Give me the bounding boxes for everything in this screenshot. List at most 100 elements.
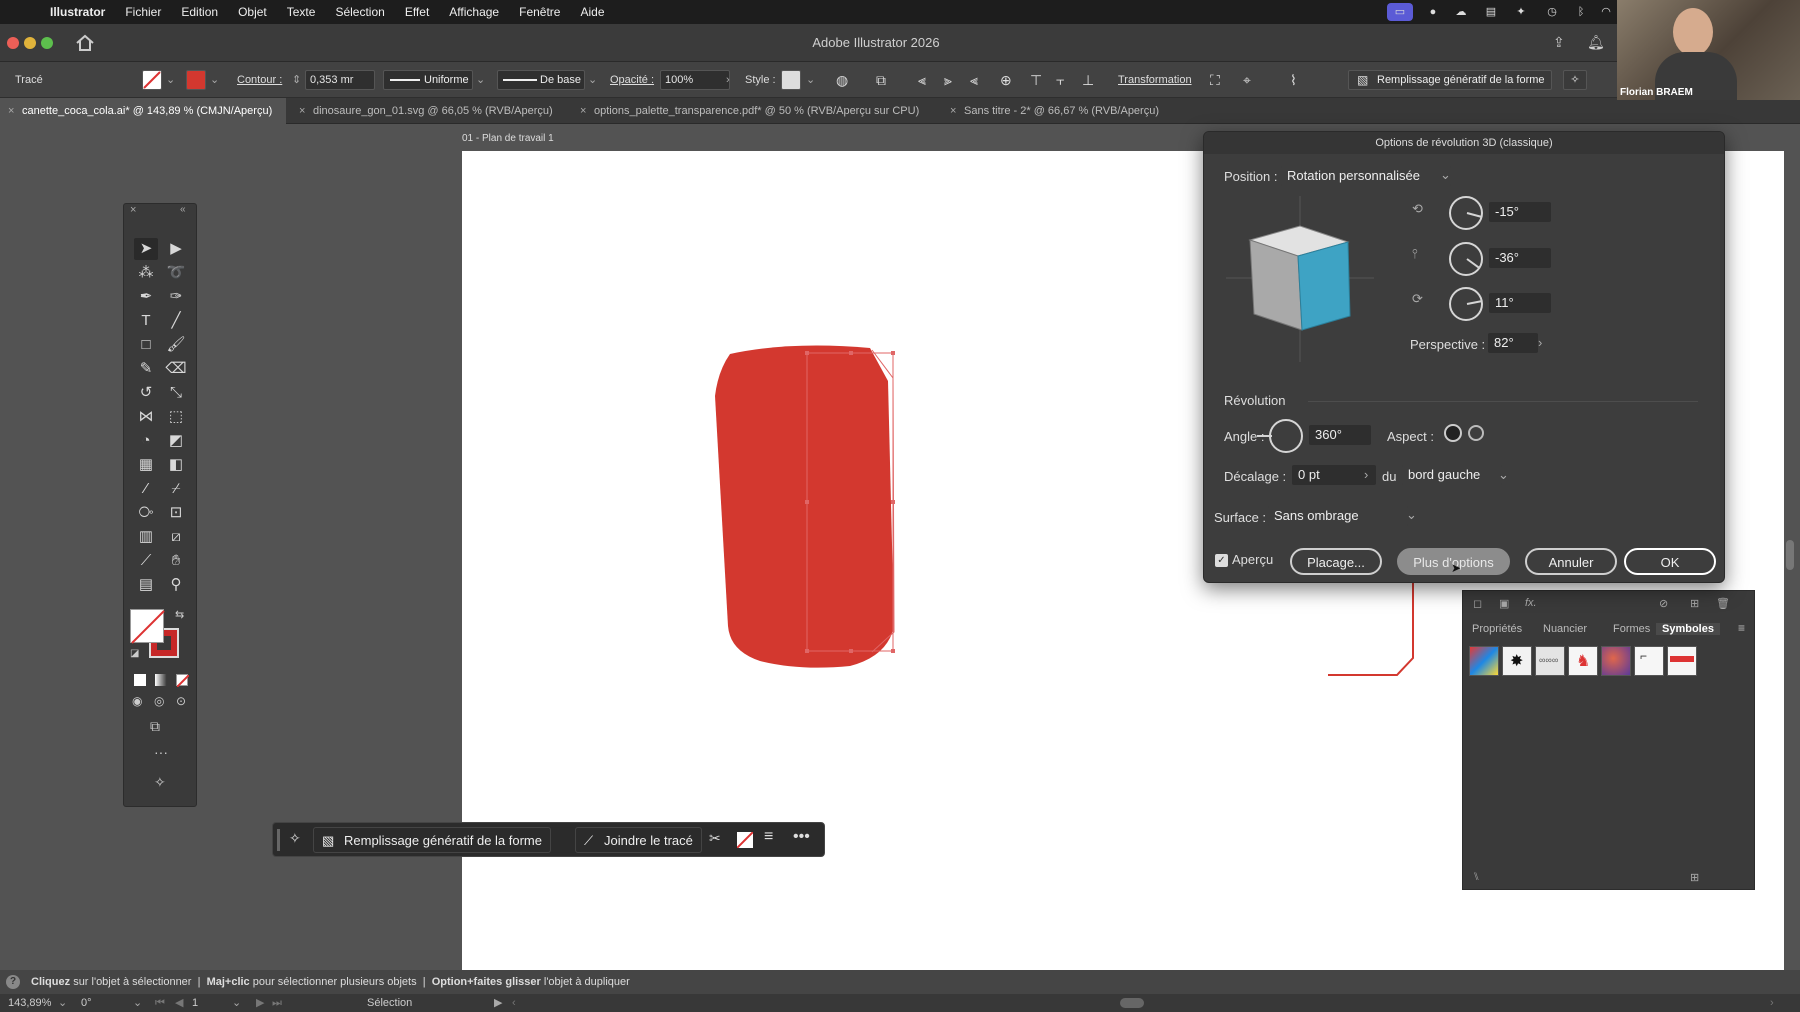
free-transform-tool-icon[interactable]: ⬚ bbox=[164, 406, 188, 428]
anchor-point[interactable] bbox=[849, 649, 853, 653]
panel-menu-icon[interactable]: ≡ bbox=[1738, 621, 1745, 635]
more-tools-icon[interactable]: ··· bbox=[154, 744, 168, 760]
stroke-stepper-icon[interactable]: ⇕ bbox=[292, 71, 301, 89]
align-left-icon[interactable]: ⫷ bbox=[918, 71, 926, 89]
wifi-icon[interactable]: ◠ bbox=[1597, 3, 1615, 21]
rotate-x-dial[interactable] bbox=[1449, 196, 1483, 230]
scroll-left-icon[interactable]: ‹ bbox=[512, 994, 516, 1012]
anchor-point[interactable] bbox=[849, 351, 853, 355]
stroke-dropdown-icon[interactable]: ⌄ bbox=[210, 71, 219, 89]
pen-tool-icon[interactable]: ✒ bbox=[134, 286, 158, 308]
tab-canette[interactable]: × canette_coca_cola.ai* @ 143,89 % (CMJN/… bbox=[0, 98, 286, 124]
fill-dropdown-icon[interactable]: ⌄ bbox=[166, 71, 175, 89]
aspect-hollow-icon[interactable] bbox=[1468, 425, 1484, 441]
scale-tool-icon[interactable]: ⤡ bbox=[164, 382, 188, 404]
anchor-point[interactable] bbox=[891, 351, 895, 355]
style-swatch[interactable] bbox=[781, 70, 801, 90]
generative-tool-icon[interactable]: ✧ bbox=[154, 774, 166, 791]
scissors-icon[interactable]: ✂ bbox=[709, 830, 721, 847]
perspective-grid-tool-icon[interactable]: ◩ bbox=[164, 430, 188, 452]
zoom-dropdown-icon[interactable]: ⌄ bbox=[58, 994, 67, 1012]
none-mode-icon[interactable] bbox=[176, 674, 189, 687]
angle-dial[interactable] bbox=[1257, 419, 1303, 453]
stroke-weight-input[interactable]: 0,353 mr bbox=[305, 70, 375, 90]
anchor-point[interactable] bbox=[891, 649, 895, 653]
bluetooth-icon[interactable]: ᛒ bbox=[1572, 3, 1590, 21]
default-colors-icon[interactable]: ◪ bbox=[130, 648, 139, 659]
gradient-mode-icon[interactable] bbox=[155, 674, 167, 686]
lasso-tool-icon[interactable]: ➰ bbox=[164, 262, 188, 284]
slice-tool-icon[interactable]: ⟋ bbox=[134, 550, 158, 572]
measure-tool-icon[interactable]: ⌿ bbox=[164, 478, 188, 500]
shape-builder-tool-icon[interactable]: ◔ bbox=[134, 430, 158, 452]
rotation-dropdown-icon[interactable]: ⌄ bbox=[133, 994, 142, 1012]
symbol-cube[interactable] bbox=[1469, 646, 1499, 676]
tab-symboles[interactable]: Symboles bbox=[1656, 623, 1720, 635]
rotate-x-input[interactable]: -15° bbox=[1489, 202, 1551, 222]
hand-tool-icon[interactable]: ✋︎ bbox=[164, 550, 188, 572]
menu-objet[interactable]: Objet bbox=[228, 5, 277, 19]
eyedropper-tool-icon[interactable]: ⁄ bbox=[134, 478, 158, 500]
close-panel-icon[interactable]: × bbox=[130, 204, 136, 216]
symbol-chain[interactable]: ∞∞∞ bbox=[1535, 646, 1565, 676]
magic-wand-tool-icon[interactable]: ⁂ bbox=[134, 262, 158, 284]
collapse-panel-icon[interactable]: « bbox=[180, 204, 186, 215]
surface-select[interactable]: Sans ombrage bbox=[1268, 506, 1408, 526]
graph-tool-icon[interactable]: ▥ bbox=[134, 526, 158, 548]
envelope-icon[interactable]: ⌇ bbox=[1290, 71, 1297, 89]
artboard-tool-icon[interactable]: ⧄ bbox=[164, 526, 188, 548]
rotation-value[interactable]: 0° bbox=[81, 994, 92, 1012]
align-right-icon[interactable]: ⫷ bbox=[970, 71, 978, 89]
opacity-input[interactable]: 100% bbox=[660, 70, 730, 90]
join-path-button[interactable]: ⟋ Joindre le tracé bbox=[575, 827, 702, 853]
opacity-label[interactable]: Opacité : bbox=[610, 71, 654, 89]
fill-none-swatch[interactable] bbox=[737, 832, 753, 848]
isolate-icon[interactable]: ⛶ bbox=[1210, 71, 1220, 89]
symbol-sphere[interactable] bbox=[1601, 646, 1631, 676]
perspective-arrow-icon[interactable]: › bbox=[1538, 335, 1542, 350]
help-icon[interactable]: ? bbox=[6, 975, 20, 989]
rotate-y-dial[interactable] bbox=[1449, 242, 1483, 276]
symbol-library-icon[interactable]: ⑊ bbox=[1473, 871, 1480, 883]
surface-dropdown-icon[interactable]: ⌄ bbox=[1406, 507, 1417, 523]
last-artboard-icon[interactable]: ⏭ bbox=[272, 994, 282, 1012]
symbol-sprayer-tool-icon[interactable]: ⊡ bbox=[164, 502, 188, 524]
gradient-tool-icon[interactable]: ◧ bbox=[164, 454, 188, 476]
transform-link[interactable]: Transformation bbox=[1118, 71, 1192, 89]
menu-edition[interactable]: Edition bbox=[171, 5, 228, 19]
vertical-scrollbar[interactable] bbox=[1786, 540, 1794, 570]
rotate-z-dial[interactable] bbox=[1449, 287, 1483, 321]
shaper-tool-icon[interactable]: ✎ bbox=[134, 358, 158, 380]
artboard-dropdown-icon[interactable]: ⌄ bbox=[232, 994, 241, 1012]
ok-button[interactable]: OK bbox=[1624, 548, 1716, 575]
red-path[interactable] bbox=[1325, 580, 1417, 680]
blend-tool-icon[interactable]: ⧂ bbox=[134, 502, 158, 524]
zoom-tool-icon[interactable]: ⚲ bbox=[164, 574, 188, 596]
eraser-tool-icon[interactable]: ⌫ bbox=[164, 358, 188, 380]
preview-checkbox[interactable]: ✓ bbox=[1215, 554, 1228, 567]
align-to-icon[interactable]: ⧉ bbox=[876, 71, 886, 89]
paintbrush-tool-icon[interactable]: 🖌︎ bbox=[164, 334, 188, 356]
align-top-icon[interactable]: ⊤ bbox=[1030, 71, 1042, 89]
tab-sans-titre[interactable]: × Sans titre - 2* @ 66,67 % (RVB/Aperçu) bbox=[942, 98, 1182, 124]
horizontal-scrollbar[interactable] bbox=[1120, 998, 1144, 1008]
opacity-arrow-icon[interactable]: › bbox=[726, 71, 730, 89]
message-icon[interactable]: ● bbox=[1424, 3, 1442, 21]
close-tab-icon[interactable]: × bbox=[8, 98, 14, 124]
fill-swatch[interactable] bbox=[142, 70, 162, 90]
anchor-point[interactable] bbox=[805, 351, 809, 355]
symbol-banner[interactable] bbox=[1667, 646, 1697, 676]
prev-artboard-icon[interactable]: ◀ bbox=[175, 994, 183, 1012]
fill-color-swatch[interactable] bbox=[130, 609, 165, 644]
draw-behind-icon[interactable]: ◎ bbox=[154, 694, 164, 708]
tab-dinosaure[interactable]: × dinosaure_gon_01.svg @ 66,05 % (RVB/Ape… bbox=[291, 98, 573, 124]
anchor-point[interactable] bbox=[891, 500, 895, 504]
rotate-y-input[interactable]: -36° bbox=[1489, 248, 1551, 268]
color-mode-icon[interactable] bbox=[134, 674, 146, 686]
drag-handle[interactable] bbox=[277, 829, 280, 851]
edge-select[interactable]: bord gauche bbox=[1402, 465, 1502, 485]
can-shape[interactable] bbox=[700, 336, 910, 676]
share-icon[interactable]: ⇪ bbox=[1553, 34, 1565, 51]
status-arrow-icon[interactable]: ▶ bbox=[494, 994, 502, 1012]
first-artboard-icon[interactable]: ⏮ bbox=[155, 994, 165, 1012]
